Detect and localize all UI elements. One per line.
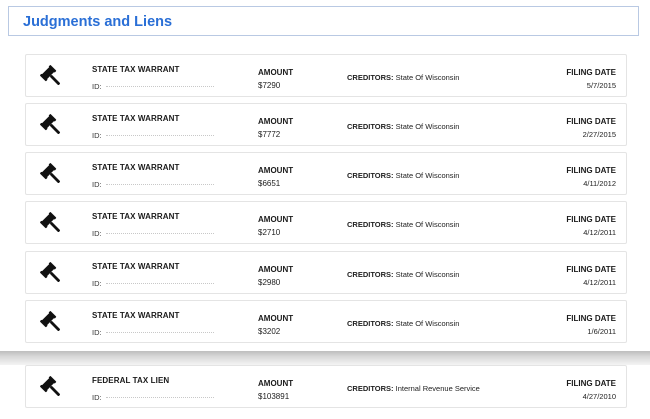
page-break-divider [0, 351, 650, 365]
redacted-id [105, 184, 214, 186]
redacted-id [105, 283, 214, 285]
amount-label: AMOUNT [258, 379, 294, 388]
record-id: ID: [92, 82, 214, 91]
section-header: Judgments and Liens [8, 6, 639, 36]
record-type: FEDERAL TAX LIEN [92, 376, 170, 385]
record-id: ID: [92, 393, 214, 402]
gavel-icon [40, 65, 64, 89]
record-card[interactable]: STATE TAX WARRANT ID: AMOUNT $7290 CREDITORS… [25, 54, 627, 97]
amount-value: $2980 [258, 278, 281, 287]
creditor-name: State Of Wisconsin [395, 319, 460, 328]
redacted-id [105, 135, 214, 137]
redacted-id [105, 332, 214, 334]
creditors: CREDITORS: State Of Wisconsin [347, 73, 460, 82]
amount-value: $3202 [258, 327, 281, 336]
creditors: CREDITORS: State Of Wisconsin [347, 270, 460, 279]
record-type: STATE TAX WARRANT [92, 163, 180, 172]
redacted-id [105, 397, 214, 399]
gavel-icon [40, 262, 64, 286]
filing-date-value: 4/12/2011 [583, 228, 616, 237]
record-card[interactable]: STATE TAX WARRANT ID: AMOUNT $2980 CREDITORS… [25, 251, 627, 294]
amount-value: $7290 [258, 81, 281, 90]
creditor-name: State Of Wisconsin [395, 73, 460, 82]
creditors: CREDITORS: State Of Wisconsin [347, 122, 460, 131]
amount-value: $2710 [258, 228, 281, 237]
filing-date-value: 4/12/2011 [583, 278, 616, 287]
record-type: STATE TAX WARRANT [92, 65, 180, 74]
gavel-icon [40, 114, 64, 138]
record-card[interactable]: STATE TAX WARRANT ID: AMOUNT $6651 CREDITORS… [25, 152, 627, 195]
record-card[interactable]: STATE TAX WARRANT ID: AMOUNT $2710 CREDITORS… [25, 201, 627, 244]
amount-label: AMOUNT [258, 68, 294, 77]
redacted-id [105, 233, 214, 235]
filing-date-value: 2/27/2015 [582, 130, 616, 139]
creditors: CREDITORS: Internal Revenue Service [347, 384, 480, 393]
record-type: STATE TAX WARRANT [92, 114, 180, 123]
creditor-name: State Of Wisconsin [395, 220, 460, 229]
filing-date-value: 4/27/2010 [582, 392, 616, 401]
section-title: Judgments and Liens [23, 14, 173, 30]
creditor-name: Internal Revenue Service [395, 384, 480, 393]
amount-value: $6651 [258, 179, 281, 188]
creditor-name: State Of Wisconsin [395, 171, 460, 180]
filing-date-label: FILING DATE [566, 379, 616, 388]
record-type: STATE TAX WARRANT [92, 311, 180, 320]
amount-label: AMOUNT [258, 215, 294, 224]
filing-date-label: FILING DATE [566, 314, 616, 323]
amount-label: AMOUNT [258, 166, 294, 175]
creditors: CREDITORS: State Of Wisconsin [347, 220, 460, 229]
filing-date-label: FILING DATE [566, 265, 616, 274]
record-type: STATE TAX WARRANT [92, 212, 180, 221]
filing-date-value: 5/7/2015 [586, 81, 616, 90]
redacted-id [105, 86, 214, 88]
record-card[interactable]: STATE TAX WARRANT ID: AMOUNT $3202 CREDITORS… [25, 300, 627, 343]
creditors: CREDITORS: State Of Wisconsin [347, 171, 460, 180]
gavel-icon [40, 376, 64, 400]
amount-value: $7772 [258, 130, 281, 139]
filing-date-value: 1/6/2011 [587, 327, 616, 336]
filing-date-label: FILING DATE [566, 166, 616, 175]
amount-label: AMOUNT [258, 314, 294, 323]
gavel-icon [40, 163, 64, 187]
record-id: ID: [92, 229, 214, 238]
filing-date-label: FILING DATE [566, 117, 616, 126]
creditor-name: State Of Wisconsin [395, 270, 460, 279]
filing-date-label: FILING DATE [566, 68, 616, 77]
amount-label: AMOUNT [258, 265, 294, 274]
record-id: ID: [92, 131, 214, 140]
gavel-icon [40, 212, 64, 236]
creditors: CREDITORS: State Of Wisconsin [347, 319, 460, 328]
creditor-name: State Of Wisconsin [395, 122, 460, 131]
amount-value: $103891 [258, 392, 290, 401]
filing-date-value: 4/11/2012 [583, 179, 616, 188]
record-id: ID: [92, 279, 214, 288]
gavel-icon [40, 311, 64, 335]
record-card[interactable]: STATE TAX WARRANT ID: AMOUNT $7772 CREDITORS… [25, 103, 627, 146]
amount-label: AMOUNT [258, 117, 294, 126]
filing-date-label: FILING DATE [566, 215, 616, 224]
record-id: ID: [92, 328, 214, 337]
record-id: ID: [92, 180, 214, 189]
record-type: STATE TAX WARRANT [92, 262, 180, 271]
record-card[interactable]: FEDERAL TAX LIEN ID: AMOUNT $103891 CREDITOR… [25, 365, 627, 408]
